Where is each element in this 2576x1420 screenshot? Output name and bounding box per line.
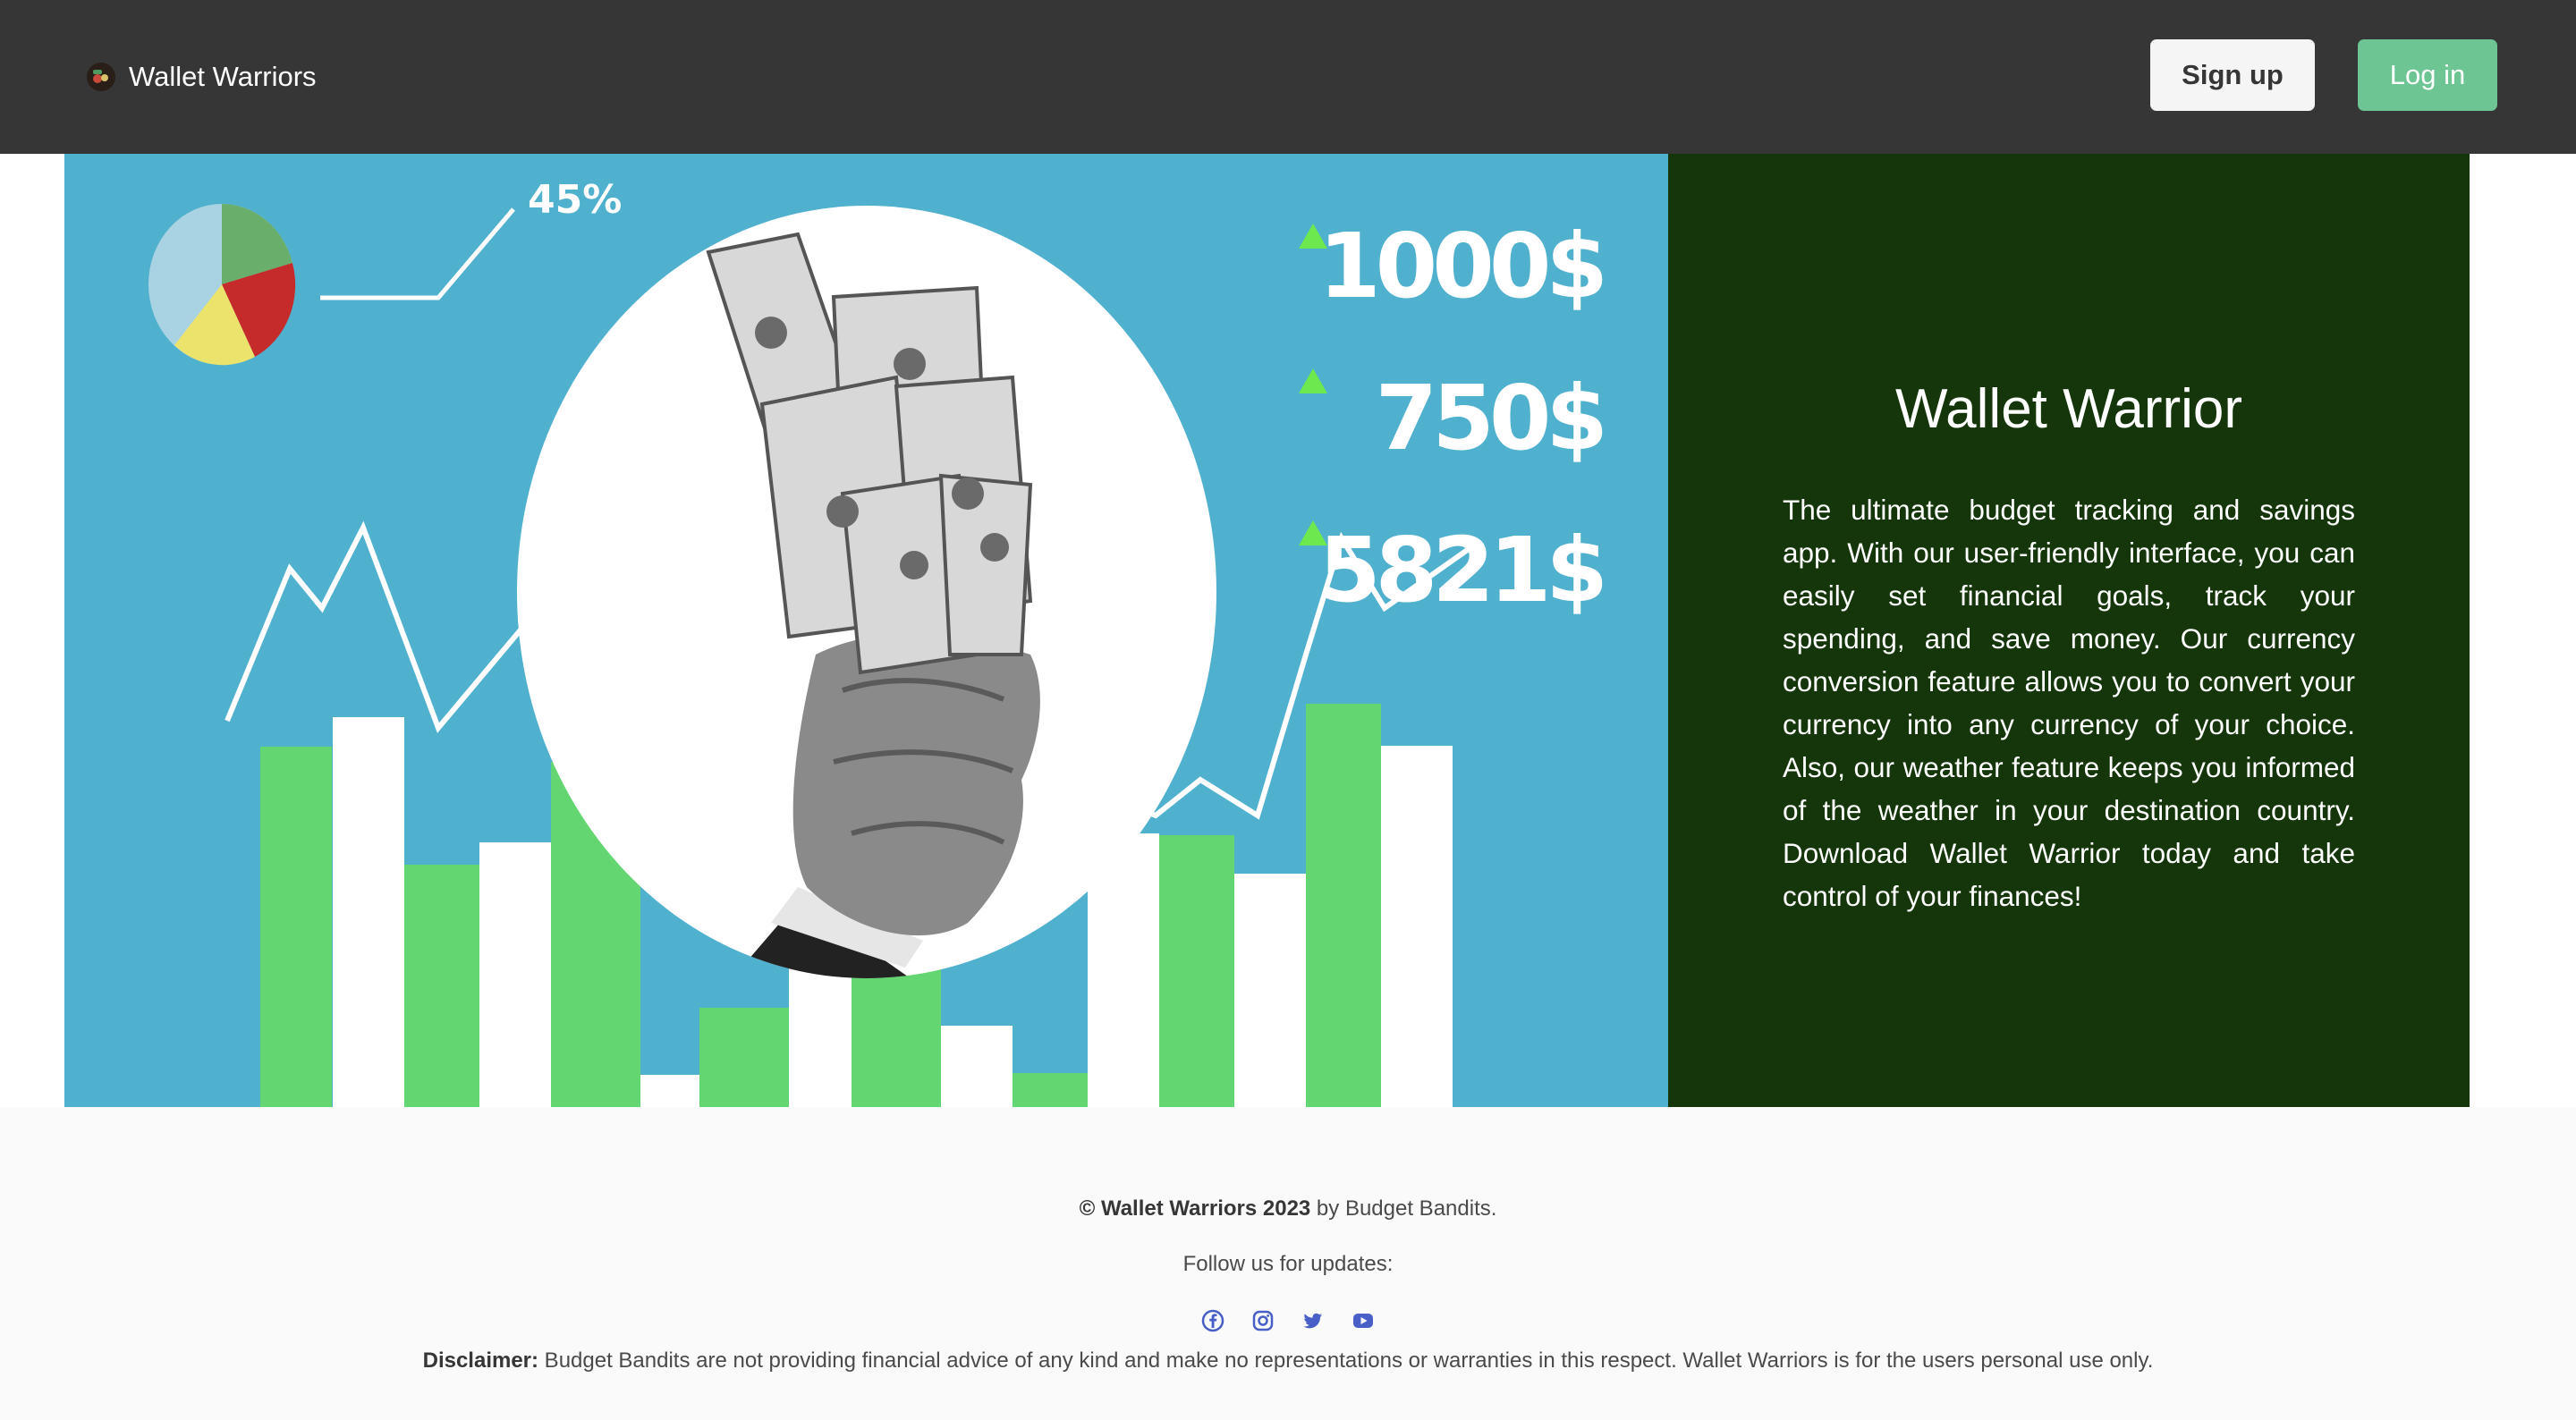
navbar: Wallet Warriors Sign up Log in: [0, 0, 2576, 154]
brand-name: Wallet Warriors: [129, 61, 317, 92]
instagram-icon[interactable]: [1251, 1309, 1275, 1332]
social-links: [0, 1309, 2576, 1332]
pie-chart-graphic: [148, 204, 296, 366]
byline-text: by Budget Bandits.: [1310, 1196, 1497, 1221]
facebook-icon[interactable]: [1201, 1309, 1224, 1332]
footer-disclaimer: Disclaimer: Budget Bandits are not provi…: [0, 1348, 2576, 1374]
copyright-text: © Wallet Warriors 2023: [1079, 1196, 1311, 1221]
stat-value-1: 1000$: [1318, 214, 1603, 318]
hero-text-panel: Wallet Warrior The ultimate budget track…: [1668, 154, 2470, 1128]
stat-value-2: 750$: [1376, 366, 1603, 470]
stat-value-3: 5821$: [1318, 518, 1603, 622]
hero-description: The ultimate budget tracking and savings…: [1783, 494, 2355, 912]
login-button[interactable]: Log in: [2358, 39, 2497, 111]
footer-copyright: © Wallet Warriors 2023 by Budget Bandits…: [0, 1196, 2576, 1221]
hero-illustration: 45% 1000$ 750$ 5821$: [64, 154, 1668, 1128]
brand-link[interactable]: Wallet Warriors: [86, 55, 317, 98]
pie-percent-label: 45%: [528, 177, 622, 223]
pie-pointer-line: [320, 207, 515, 300]
hero-title: Wallet Warrior: [1894, 378, 2243, 440]
signup-button[interactable]: Sign up: [2150, 39, 2315, 111]
disclaimer-label: Disclaimer:: [422, 1348, 539, 1373]
follow-text: Follow us for updates:: [1182, 1252, 1394, 1276]
finance-illustration: 45% 1000$ 750$ 5821$: [148, 177, 1608, 1128]
disclaimer-text: Budget Bandits are not providing financi…: [538, 1348, 2154, 1373]
twitter-icon[interactable]: [1301, 1309, 1325, 1332]
youtube-icon[interactable]: [1352, 1309, 1375, 1332]
wallet-logo-icon: [87, 63, 115, 91]
footer: © Wallet Warriors 2023 by Budget Bandits…: [0, 1107, 2576, 1420]
